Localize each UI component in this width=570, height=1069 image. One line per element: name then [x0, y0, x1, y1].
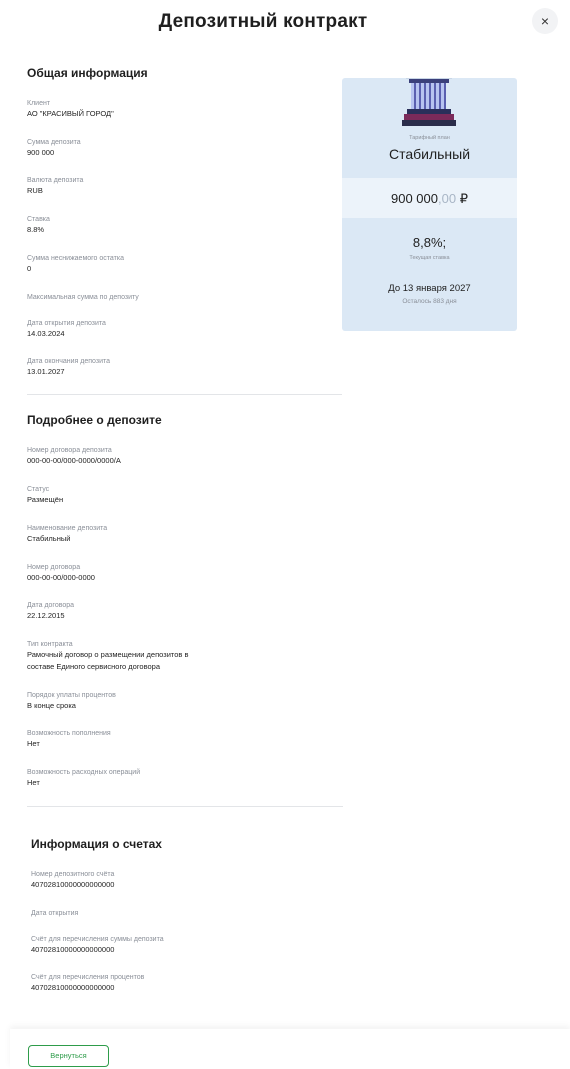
field-rate: Ставка 8.8%	[27, 215, 327, 235]
field-deposit-name: Наименование депозита Стабильный	[27, 524, 327, 544]
current-rate: 8,8%;	[412, 235, 447, 250]
end-date-text: До 13 января 2027	[388, 283, 471, 294]
field-value: 40702810000000000000	[31, 983, 115, 992]
field-value: RUB	[27, 186, 43, 195]
field-min-balance: Сумма неснижаемого остатка 0	[27, 254, 327, 274]
field-label: Валюта депозита	[27, 177, 84, 184]
field-open-date: Дата открытия депозита 14.03.2024	[27, 319, 327, 339]
field-value: 14.03.2024	[27, 329, 65, 338]
field-value: 8.8%	[27, 225, 45, 234]
field-deposit-currency: Валюта депозита RUB	[27, 176, 327, 196]
field-value: 40702810000000000000	[31, 880, 115, 889]
back-button[interactable]: Вернуться	[28, 1045, 109, 1067]
field-replenishment: Возможность пополнения Нет	[27, 729, 327, 749]
amount-kopecks: ,00	[438, 191, 457, 206]
field-account-open-date: Дата открытия	[31, 909, 331, 918]
field-label: Наименование депозита	[27, 525, 108, 532]
field-label: Тип контракта	[27, 641, 73, 648]
days-left-text: Осталось 883 дня	[402, 298, 457, 305]
field-value: Стабильный	[27, 534, 71, 543]
close-icon[interactable]: ×	[532, 8, 558, 34]
page-title: Депозитный контракт	[158, 11, 368, 32]
field-value: В конце срока	[27, 701, 76, 710]
field-client: Клиент АО "КРАСИВЫЙ ГОРОД"	[27, 99, 327, 119]
field-value: АО "КРАСИВЫЙ ГОРОД"	[27, 109, 114, 118]
field-deposit-amount: Сумма депозита 900 000	[27, 138, 327, 158]
plan-name: Стабильный	[388, 146, 471, 162]
divider	[27, 806, 343, 807]
field-label: Дата договора	[27, 602, 75, 609]
field-label: Статус	[27, 486, 50, 493]
field-label: Возможность расходных операций	[27, 769, 141, 776]
field-label: Номер договора депозита	[27, 447, 112, 454]
section-title-details: Подробнее о депозите	[27, 413, 162, 427]
field-label: Клиент	[27, 100, 51, 107]
field-label: Счёт для перечисления процентов	[31, 974, 145, 981]
section-title-general: Общая информация	[27, 66, 148, 80]
field-label: Дата открытия депозита	[27, 320, 106, 327]
field-agreement-number: Номер договора 000-00-00/000-0000	[27, 563, 327, 583]
field-label: Порядок уплаты процентов	[27, 692, 116, 699]
field-label: Ставка	[27, 216, 50, 223]
field-value: 13.01.2027	[27, 367, 65, 376]
field-value: Рамочный договор о размещении депозитов …	[27, 650, 189, 659]
field-value: 40702810000000000000	[31, 945, 115, 954]
field-value-continued: составе Единого сервисного договора	[27, 662, 160, 671]
field-label: Номер депозитного счёта	[31, 871, 115, 878]
amount-main: 900 000	[391, 191, 438, 206]
pillar-icon	[400, 78, 458, 126]
field-value: Нет	[27, 778, 40, 787]
field-label: Дата окончания депозита	[27, 358, 111, 365]
field-contract-type: Тип контракта Рамочный договор о размеще…	[27, 640, 327, 672]
field-label: Номер договора	[27, 564, 81, 571]
field-label: Сумма депозита	[27, 139, 81, 146]
field-label: Счёт для перечисления суммы депозита	[31, 936, 164, 943]
tariff-card: Тарифный план Стабильный 900 000,00 ₽ 8,…	[342, 78, 517, 331]
plan-label: Тарифный план	[409, 135, 450, 141]
field-withdrawal: Возможность расходных операций Нет	[27, 768, 327, 788]
field-label: Дата открытия	[31, 910, 79, 917]
field-label: Максимальная сумма по депозиту	[27, 294, 139, 301]
field-value: 900 000	[27, 148, 55, 157]
deposit-amount: 900 000,00 ₽	[342, 191, 517, 207]
field-deposit-transfer-account: Счёт для перечисления суммы депозита 407…	[31, 935, 331, 955]
currency-sign: ₽	[459, 191, 468, 206]
section-title-accounts: Информация о счетах	[31, 837, 162, 851]
field-value: 0	[27, 264, 32, 273]
current-rate-label: Текущая ставка	[409, 255, 450, 261]
field-value: 000-00-00/000-0000	[27, 573, 95, 582]
field-interest-payment: Порядок уплаты процентов В конце срока	[27, 691, 327, 711]
field-value: Размещён	[27, 495, 64, 504]
field-value: 000-00-00/000-0000/0000/А	[27, 456, 121, 465]
field-contract-number: Номер договора депозита 000-00-00/000-00…	[27, 446, 327, 466]
field-max-amount: Максимальная сумма по депозиту	[27, 293, 327, 302]
field-interest-transfer-account: Счёт для перечисления процентов 40702810…	[31, 973, 331, 993]
field-agreement-date: Дата договора 22.12.2015	[27, 601, 327, 621]
field-deposit-account: Номер депозитного счёта 4070281000000000…	[31, 870, 331, 890]
amount-band: 900 000,00 ₽	[342, 178, 517, 218]
field-end-date: Дата окончания депозита 13.01.2027	[27, 357, 327, 377]
field-status: Статус Размещён	[27, 485, 327, 505]
field-label: Сумма неснижаемого остатка	[27, 255, 124, 262]
field-value: 22.12.2015	[27, 611, 65, 620]
field-label: Возможность пополнения	[27, 730, 111, 737]
divider	[27, 394, 342, 395]
field-value: Нет	[27, 739, 40, 748]
